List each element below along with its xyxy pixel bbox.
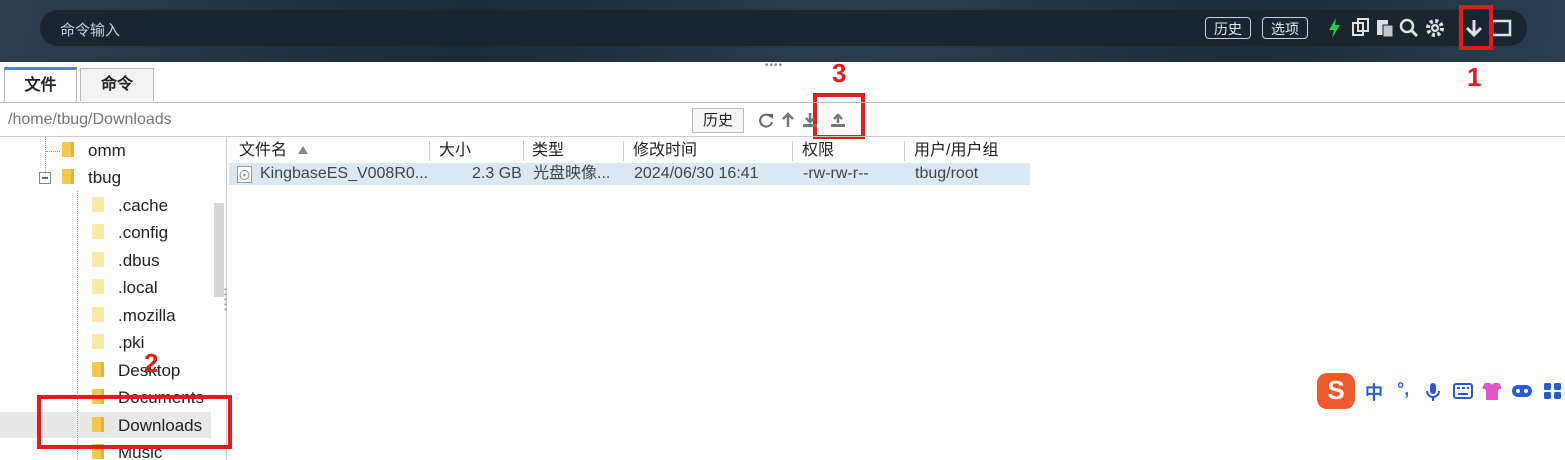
path-input[interactable]: /home/tbug/Downloads	[8, 111, 172, 129]
command-bar: 命令输入 历史 选项	[40, 10, 1527, 46]
tree-item-pki[interactable]: .pki	[92, 330, 144, 356]
folder-icon	[62, 169, 74, 184]
tree-item-label: omm	[88, 141, 126, 160]
folder-icon	[92, 279, 104, 294]
tree-item-mozilla[interactable]: .mozilla	[92, 303, 176, 329]
tree-item-label: .local	[118, 278, 158, 297]
annotation-box-1	[1459, 5, 1493, 50]
tree-item-omm[interactable]: omm	[62, 138, 126, 164]
file-owner: tbug/root	[915, 165, 979, 182]
column-header-type[interactable]: 类型	[532, 140, 564, 162]
folder-icon	[92, 362, 104, 377]
tree-item-config[interactable]: .config	[92, 220, 168, 246]
tree-item-desktop[interactable]: Desktop	[92, 358, 180, 384]
tree-item-label: tbug	[88, 168, 122, 187]
tree-scrollbar[interactable]	[214, 203, 224, 297]
splitter-grip[interactable]: • • • • •	[224, 286, 227, 314]
folder-icon	[92, 224, 104, 239]
tree-connector	[46, 151, 60, 152]
gamepad-icon[interactable]	[1511, 382, 1533, 400]
column-separator	[792, 141, 793, 161]
options-button[interactable]: 选项	[1262, 17, 1308, 39]
apps-grid-icon[interactable]	[1543, 382, 1563, 400]
column-separator	[523, 141, 524, 161]
column-header-size[interactable]: 大小	[439, 140, 471, 162]
ime-chinese-mode[interactable]: 中	[1365, 379, 1383, 405]
file-row[interactable]: KingbaseES_V008R0... 2.3 GB 光盘映像... 2024…	[229, 163, 1030, 185]
tree-item-label: .pki	[118, 333, 145, 352]
gear-icon[interactable]	[1424, 17, 1446, 39]
lightning-icon[interactable]	[1324, 17, 1346, 39]
path-history-button[interactable]: 历史	[692, 108, 744, 133]
tab-commands[interactable]: 命令	[80, 68, 154, 101]
tree-item-cache[interactable]: .cache	[92, 193, 168, 219]
annotation-box-2	[37, 395, 232, 449]
folder-icon	[92, 252, 104, 267]
file-name: KingbaseES_V008R0...	[260, 165, 429, 182]
folder-icon	[92, 334, 104, 349]
terminal-header: 命令输入 历史 选项	[0, 0, 1565, 62]
file-size: 2.3 GB	[472, 165, 522, 182]
upload-file-icon[interactable]	[829, 111, 847, 129]
tab-bar: 文件 命令	[0, 64, 1565, 103]
command-input[interactable]: 命令输入	[60, 19, 120, 40]
file-list: 文件名 大小 类型 修改时间 权限 用户/用户组 KingbaseES_V008…	[229, 137, 1565, 460]
parent-dir-icon[interactable]	[779, 111, 797, 129]
file-modified: 2024/06/30 16:41	[634, 165, 759, 182]
ime-toolbar: S 中 °,	[1313, 373, 1565, 411]
ime-punctuation[interactable]: °,	[1397, 379, 1409, 400]
tree-item-label: .cache	[118, 196, 169, 215]
sogou-logo[interactable]: S	[1317, 373, 1355, 409]
search-icon[interactable]	[1398, 17, 1420, 39]
history-button[interactable]: 历史	[1205, 17, 1251, 39]
column-separator	[904, 141, 905, 161]
tree-item-dbus[interactable]: .dbus	[92, 248, 160, 274]
column-header-modified[interactable]: 修改时间	[633, 140, 697, 162]
collapse-icon[interactable]	[39, 172, 51, 184]
tree-item-tbug[interactable]: tbug	[62, 165, 121, 191]
microphone-icon[interactable]	[1426, 382, 1440, 402]
column-header-owner[interactable]: 用户/用户组	[914, 140, 998, 162]
copy-icon[interactable]	[1350, 17, 1372, 39]
folder-icon	[92, 307, 104, 322]
folder-icon	[92, 197, 104, 212]
folder-icon	[62, 142, 74, 157]
tree-item-label: .dbus	[118, 251, 160, 270]
skin-shirt-icon[interactable]	[1481, 381, 1503, 401]
column-header-permissions[interactable]: 权限	[802, 140, 834, 162]
sort-ascending-icon[interactable]	[298, 146, 308, 154]
keyboard-icon[interactable]	[1453, 383, 1473, 399]
paste-icon[interactable]	[1374, 17, 1396, 39]
column-separator	[623, 141, 624, 161]
refresh-icon[interactable]	[757, 111, 775, 129]
maximize-icon[interactable]	[1490, 17, 1512, 39]
download-file-icon[interactable]	[801, 111, 819, 129]
path-bar: /home/tbug/Downloads 历史	[0, 104, 1565, 137]
tree-item-label: .config	[118, 223, 169, 242]
column-header-name[interactable]: 文件名	[239, 140, 287, 162]
column-separator	[429, 141, 430, 161]
file-type: 光盘映像...	[533, 165, 611, 182]
tree-item-label: .mozilla	[118, 306, 176, 325]
disc-image-icon	[237, 166, 252, 183]
tab-files[interactable]: 文件	[4, 67, 77, 102]
file-permissions: -rw-rw-r--	[803, 165, 869, 182]
tree-item-local[interactable]: .local	[92, 275, 158, 301]
annotation-label-2: 2	[144, 348, 159, 378]
